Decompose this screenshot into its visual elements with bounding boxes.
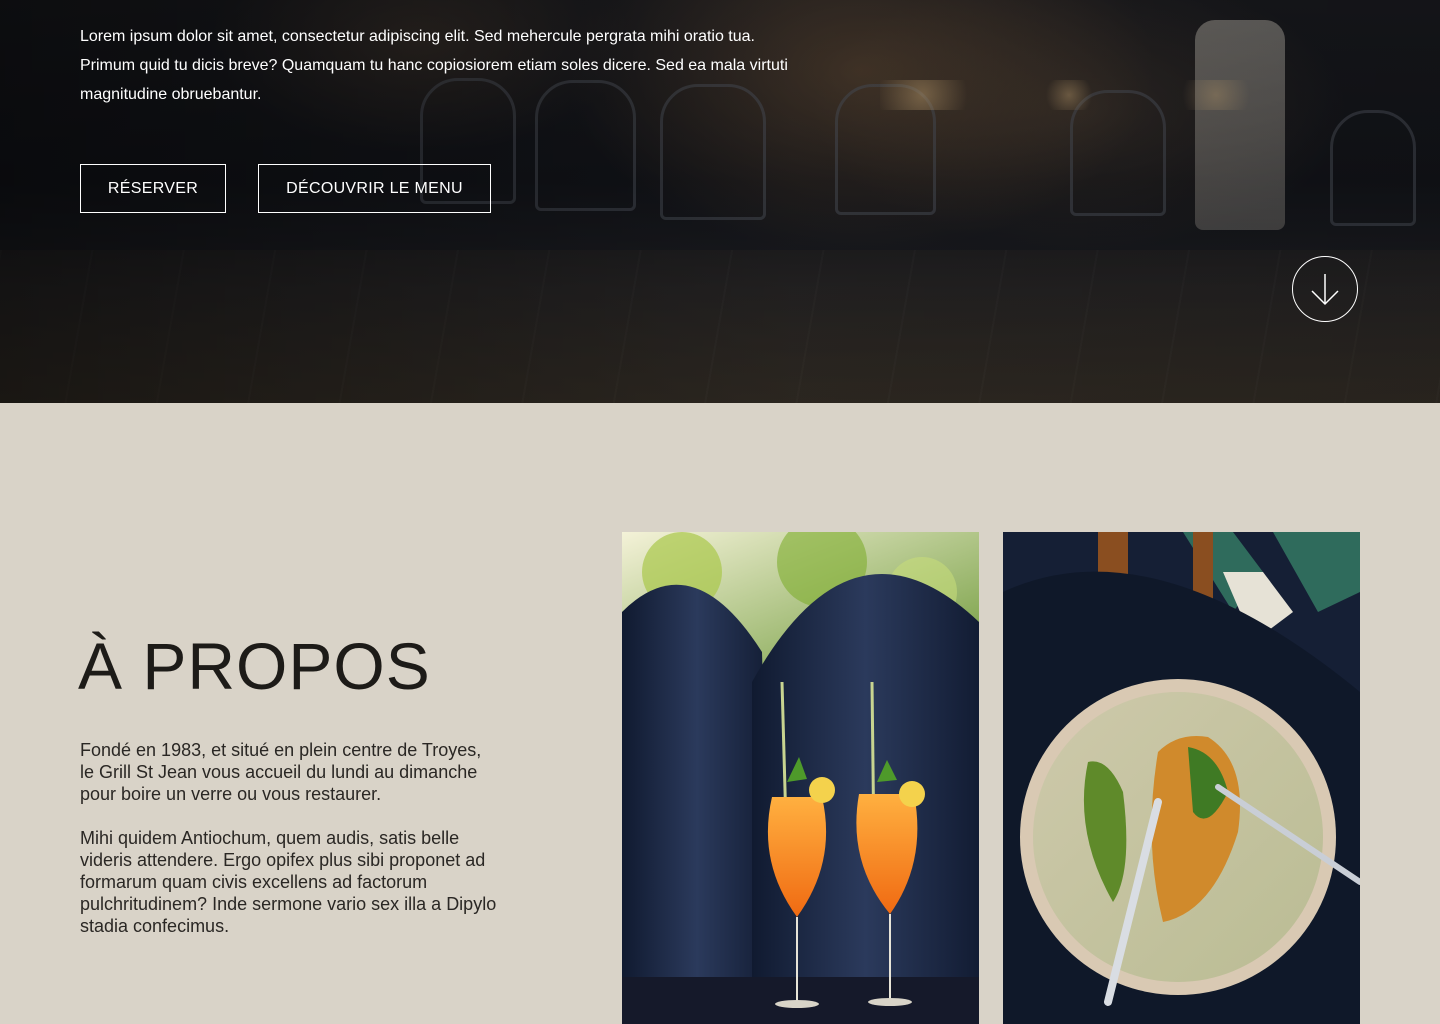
- arrow-down-icon: [1311, 274, 1339, 306]
- orange-cocktails-photo: [622, 532, 979, 1024]
- hero-section: Lorem ipsum dolor sit amet, consectetur …: [0, 0, 1440, 403]
- about-paragraph-1: Fondé en 1983, et situé en plein centre …: [80, 740, 482, 804]
- hero-intro-text: Lorem ipsum dolor sit amet, consectetur …: [80, 28, 788, 103]
- scroll-down-button[interactable]: [1292, 256, 1358, 322]
- cocktails-illustration: [622, 532, 979, 1024]
- reserve-button[interactable]: RÉSERVER: [80, 164, 226, 213]
- fish-plate-photo: [1003, 532, 1360, 1024]
- plate-illustration: [1003, 532, 1360, 1024]
- about-title: À PROPOS: [78, 629, 431, 703]
- about-paragraph-2: Mihi quidem Antiochum, quem audis, satis…: [80, 828, 497, 936]
- discover-menu-button[interactable]: DÉCOUVRIR LE MENU: [258, 164, 491, 213]
